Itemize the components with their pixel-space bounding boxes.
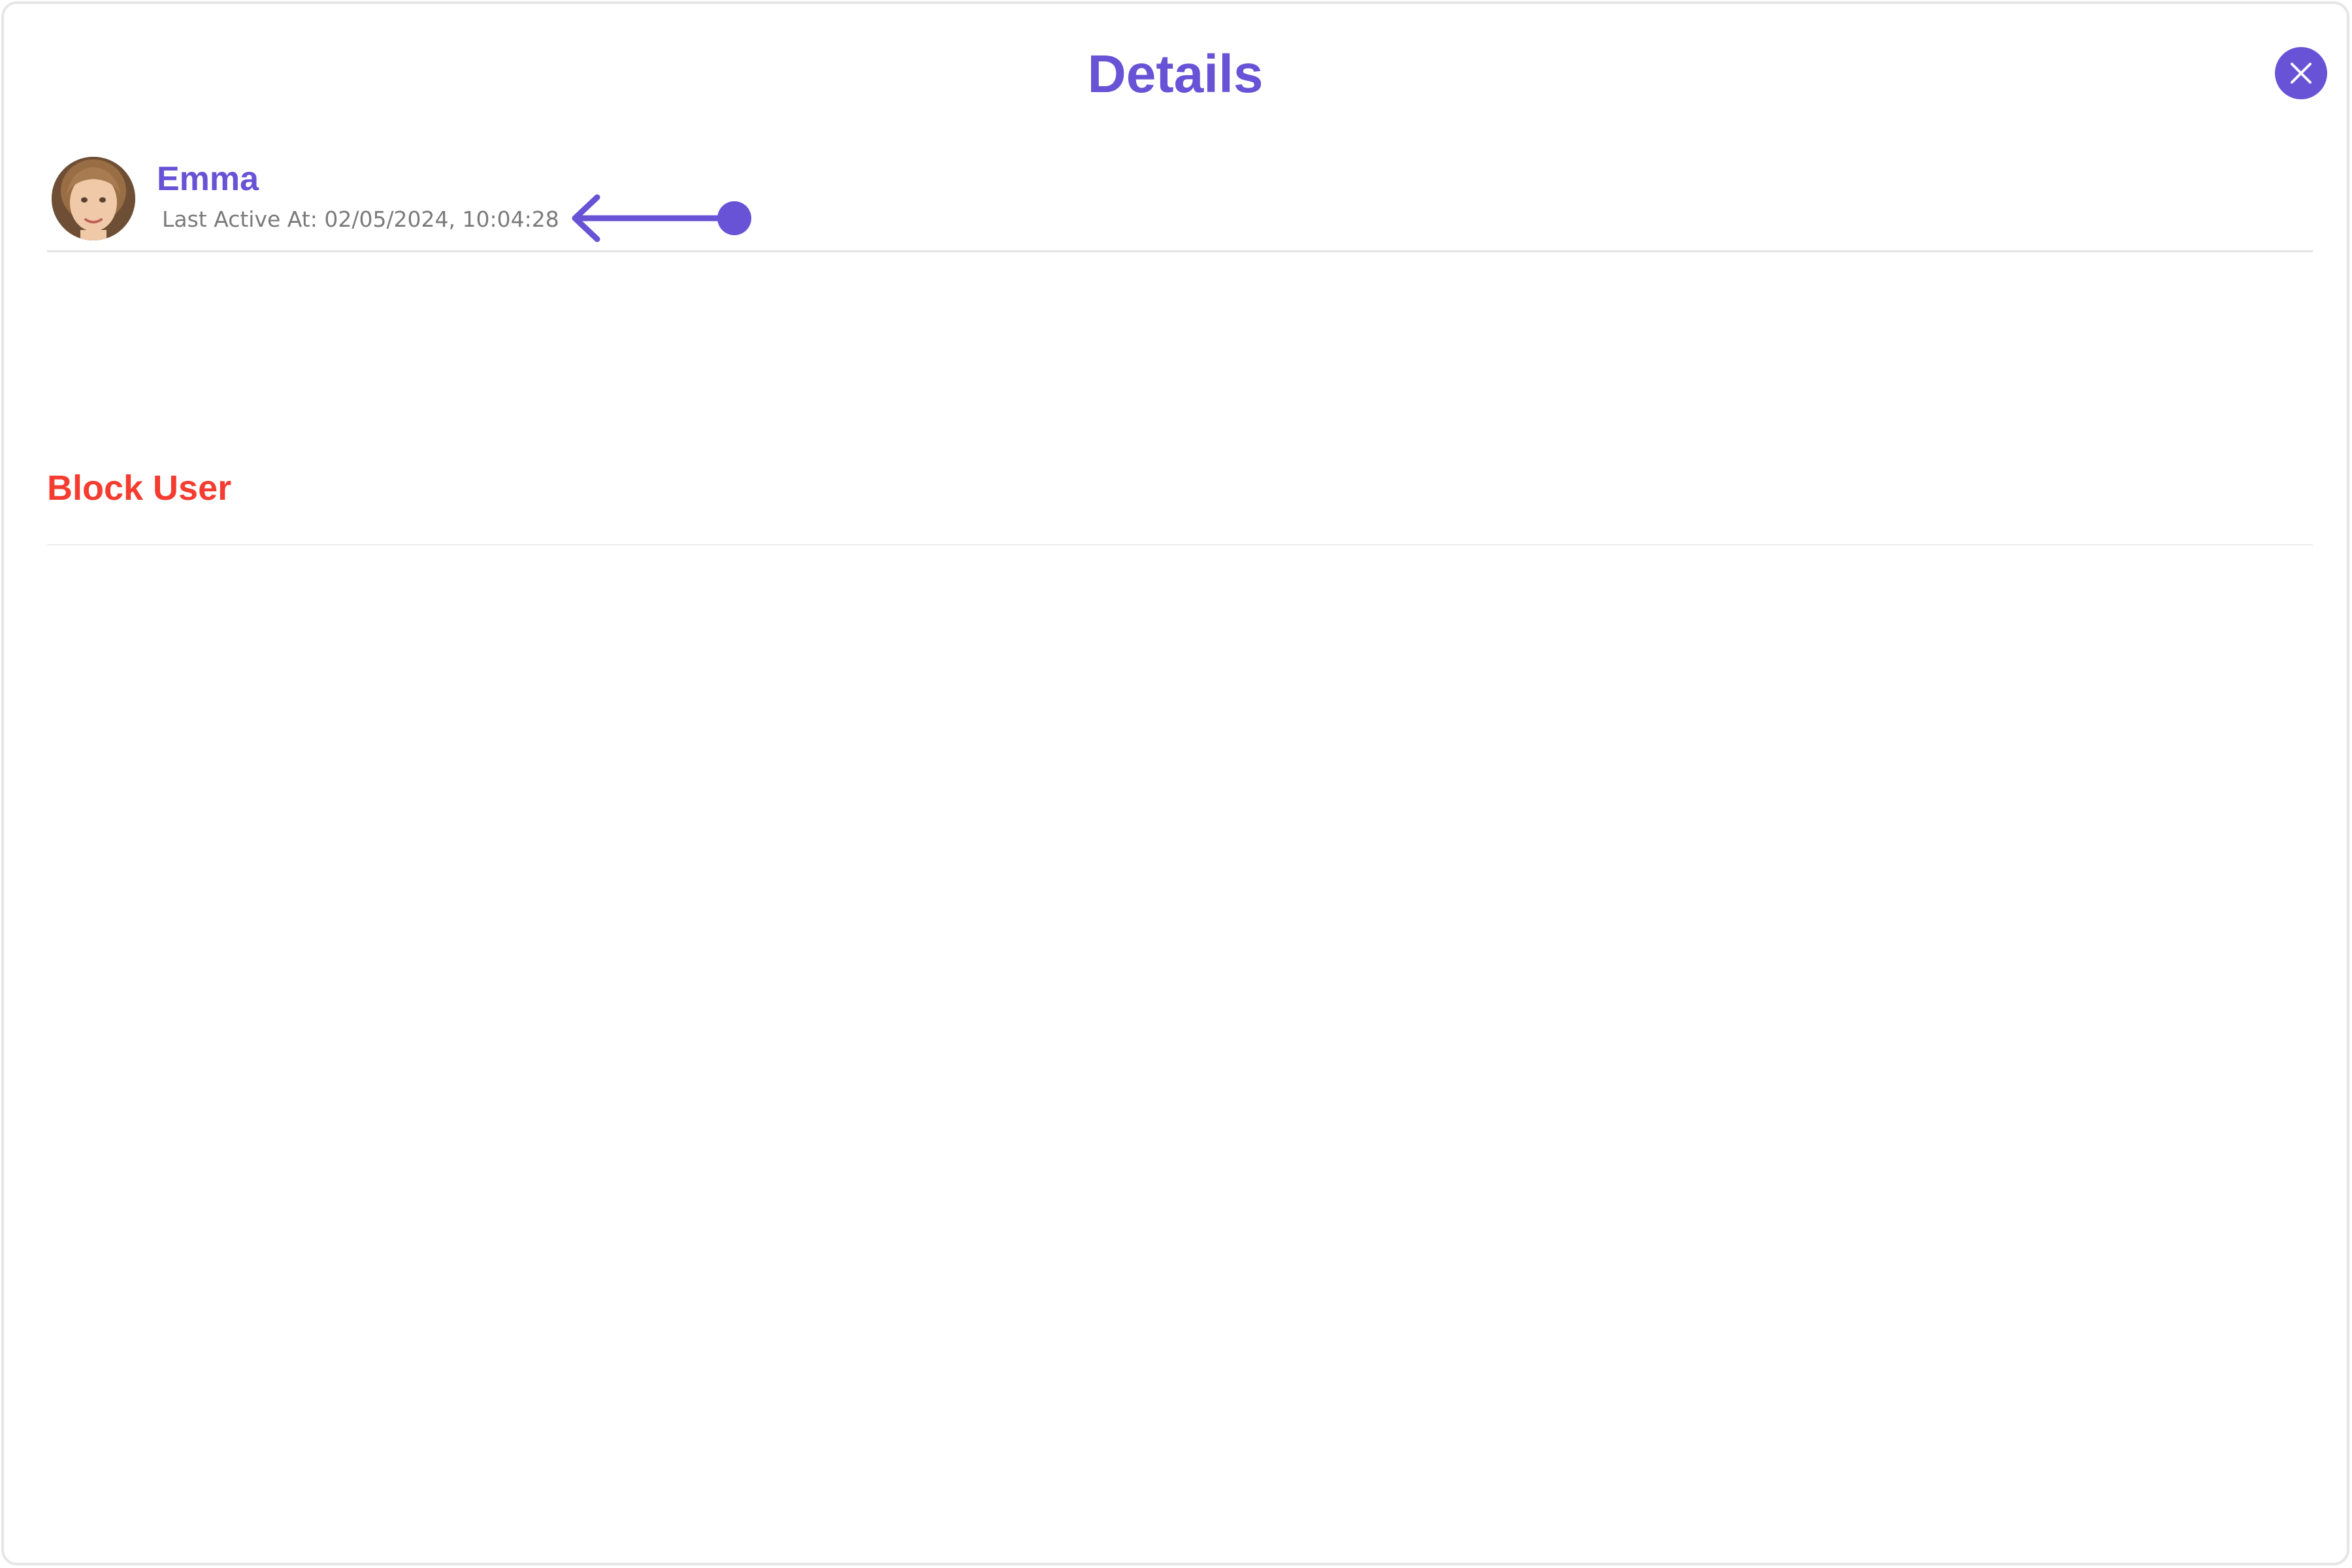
action-divider bbox=[47, 544, 2313, 546]
avatar[interactable] bbox=[52, 157, 135, 240]
close-button[interactable] bbox=[2275, 47, 2327, 99]
page-title: Details bbox=[1087, 44, 1264, 104]
details-panel: Details Emma Last Active At: 02/05/2024,… bbox=[1, 1, 2349, 1565]
last-active-status: Last Active At: 02/05/2024, 10:04:28 bbox=[162, 206, 559, 232]
close-icon bbox=[2291, 63, 2311, 84]
header-divider bbox=[47, 250, 2313, 252]
block-user-button[interactable]: Block User bbox=[47, 465, 231, 511]
annotation-arrow bbox=[567, 191, 757, 243]
user-avatar-icon bbox=[52, 157, 135, 240]
user-name: Emma bbox=[157, 160, 259, 198]
arrow-left-pointer-icon bbox=[572, 194, 751, 242]
